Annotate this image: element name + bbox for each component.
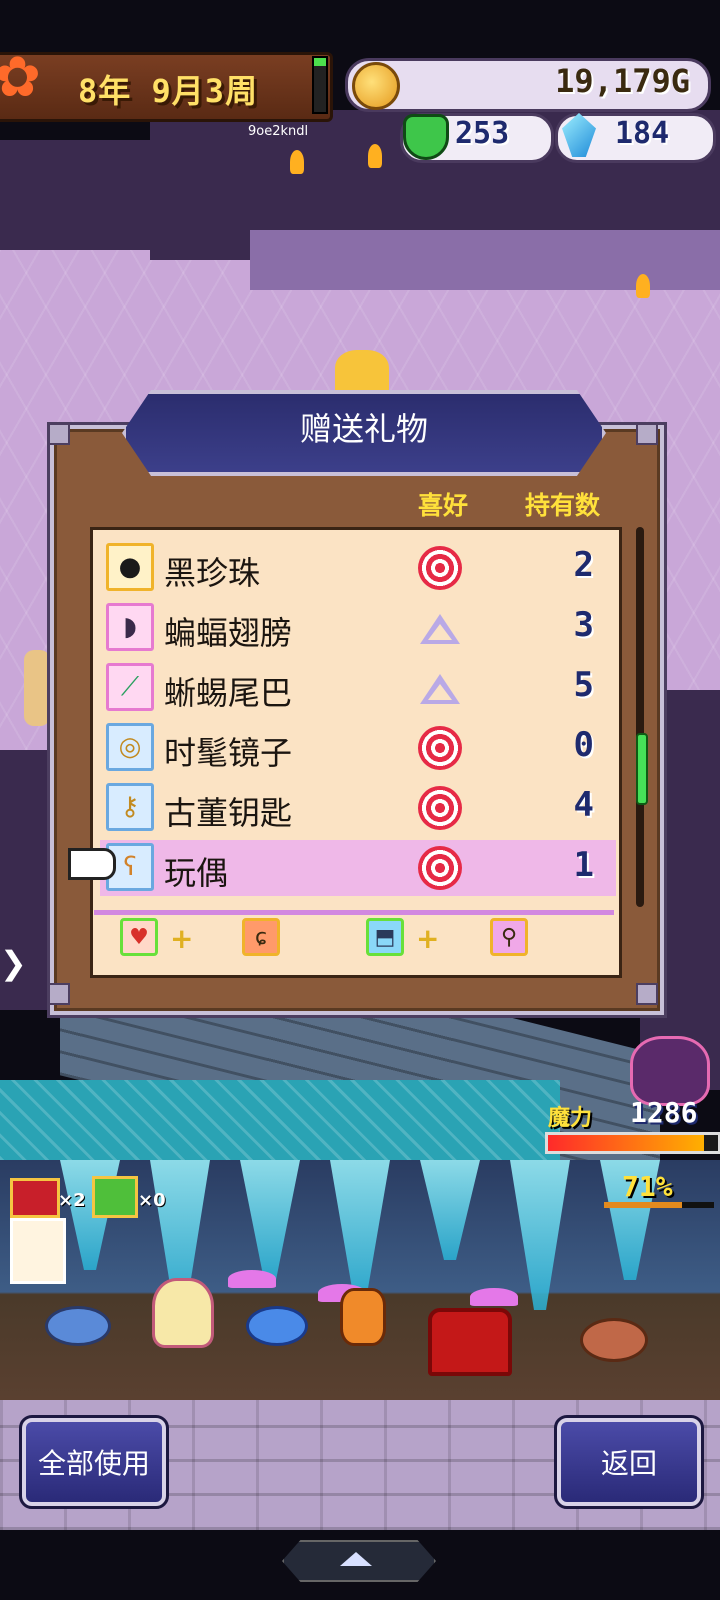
session-code: 9oe2kndl — [248, 124, 309, 139]
gold-coin-icon — [352, 62, 400, 110]
wand-stat-icon: ⚲ — [490, 918, 528, 956]
gold-amount: 19,179G — [555, 62, 690, 100]
scrollbar-track[interactable] — [636, 527, 644, 907]
gift-name: 玩偶 — [164, 854, 229, 892]
crystal-count: 184 — [615, 116, 670, 151]
gift-count: 5 — [573, 665, 594, 705]
game-date: 8年 9月3周 — [78, 72, 259, 110]
gift-count: 0 — [573, 725, 594, 765]
treasure-chest[interactable] — [428, 1308, 512, 1376]
use-all-button[interactable]: 全部使用 — [19, 1415, 169, 1509]
bat-wing-icon: ◗ — [106, 603, 154, 651]
chest-count: ×2 — [58, 1190, 86, 1211]
hero-avatar[interactable] — [10, 1218, 66, 1284]
black-pearl-icon: ● — [106, 543, 154, 591]
strength-stat-icon: ɕ — [242, 918, 280, 956]
preference-header: 喜好 — [418, 491, 469, 520]
gift-name: 蝙蝠翅膀 — [164, 614, 293, 652]
lizard-tail-icon: ⟋ — [106, 663, 154, 711]
gift-row-bat-wing[interactable]: ◗ 蝙蝠翅膀 3 — [100, 600, 616, 656]
side-expand-arrow-icon[interactable]: ❯ — [0, 944, 27, 982]
torch-icon — [636, 274, 650, 298]
scrollbar-thumb[interactable] — [636, 733, 648, 805]
torch-icon — [368, 144, 382, 168]
gift-name: 黑珍珠 — [164, 554, 261, 592]
monster-count: 253 — [455, 116, 510, 151]
plus-icon: + — [170, 922, 194, 955]
gift-name: 古董钥匙 — [164, 794, 293, 832]
like-triangle-icon — [420, 674, 460, 704]
capacity-bar — [604, 1202, 714, 1208]
dungeon-wall-left — [0, 140, 150, 250]
gift-row-doll-selected[interactable]: ʕ 玩偶 1 — [100, 840, 616, 896]
gift-box-icon — [92, 1176, 138, 1218]
mana-bar — [545, 1132, 720, 1154]
moat-water — [0, 1080, 560, 1160]
dialog-corner — [48, 983, 70, 1005]
gift-row-black-pearl[interactable]: ● 黑珍珠 2 — [100, 540, 616, 596]
love-target-icon — [418, 846, 462, 890]
owned-count-header: 持有数 — [525, 491, 601, 520]
meat-item[interactable] — [580, 1318, 648, 1362]
love-target-icon — [418, 546, 462, 590]
love-target-icon — [418, 786, 462, 830]
list-divider — [94, 910, 614, 915]
heart-stat-icon: ♥ — [120, 918, 158, 956]
gift-row-lizard-tail[interactable]: ⟋ 蜥蜴尾巴 5 — [100, 660, 616, 716]
back-button[interactable]: 返回 — [554, 1415, 704, 1509]
gift-count: 1 — [573, 845, 594, 885]
dialog-corner — [636, 423, 658, 445]
torch-icon — [290, 150, 304, 174]
like-triangle-icon — [420, 614, 460, 644]
monster-icon — [403, 114, 449, 160]
adventurer-sprite — [24, 650, 50, 726]
week-progress-bar — [312, 56, 328, 114]
antique-key-icon: ⚷ — [106, 783, 154, 831]
autumn-leaf-icon: ✿ — [0, 45, 41, 110]
gift-count: 2 — [573, 545, 594, 585]
mana-label: 魔力 — [548, 1106, 593, 1131]
gift-row-antique-key[interactable]: ⚷ 古董钥匙 4 — [100, 780, 616, 836]
dialog-corner — [636, 983, 658, 1005]
treasure-chest-icon — [10, 1178, 60, 1218]
plus-icon: + — [416, 922, 440, 955]
gift-row-mirror[interactable]: ◎ 时髦镜子 0 — [100, 720, 616, 776]
gift-count: 3 — [573, 605, 594, 645]
dialog-corner — [48, 423, 70, 445]
dialog-title: 赠送礼物 — [299, 410, 428, 448]
gift-name: 蜥蜴尾巴 — [164, 674, 293, 712]
mana-value: 1286 — [630, 1096, 698, 1129]
capacity-bar-fill — [604, 1202, 683, 1208]
mirror-icon: ◎ — [106, 723, 154, 771]
shield-stat-icon: ⬒ — [366, 918, 404, 956]
mana-bar-fill — [548, 1135, 705, 1151]
gift-count-label: ×0 — [138, 1190, 166, 1211]
capacity-percent: 71% — [622, 1170, 673, 1203]
pointer-hand-icon — [68, 848, 116, 880]
love-target-icon — [418, 726, 462, 770]
gift-count: 4 — [573, 785, 594, 825]
chevron-up-icon[interactable] — [340, 1552, 372, 1566]
gift-name: 时髦镜子 — [164, 734, 293, 772]
cat-monster — [335, 350, 389, 394]
